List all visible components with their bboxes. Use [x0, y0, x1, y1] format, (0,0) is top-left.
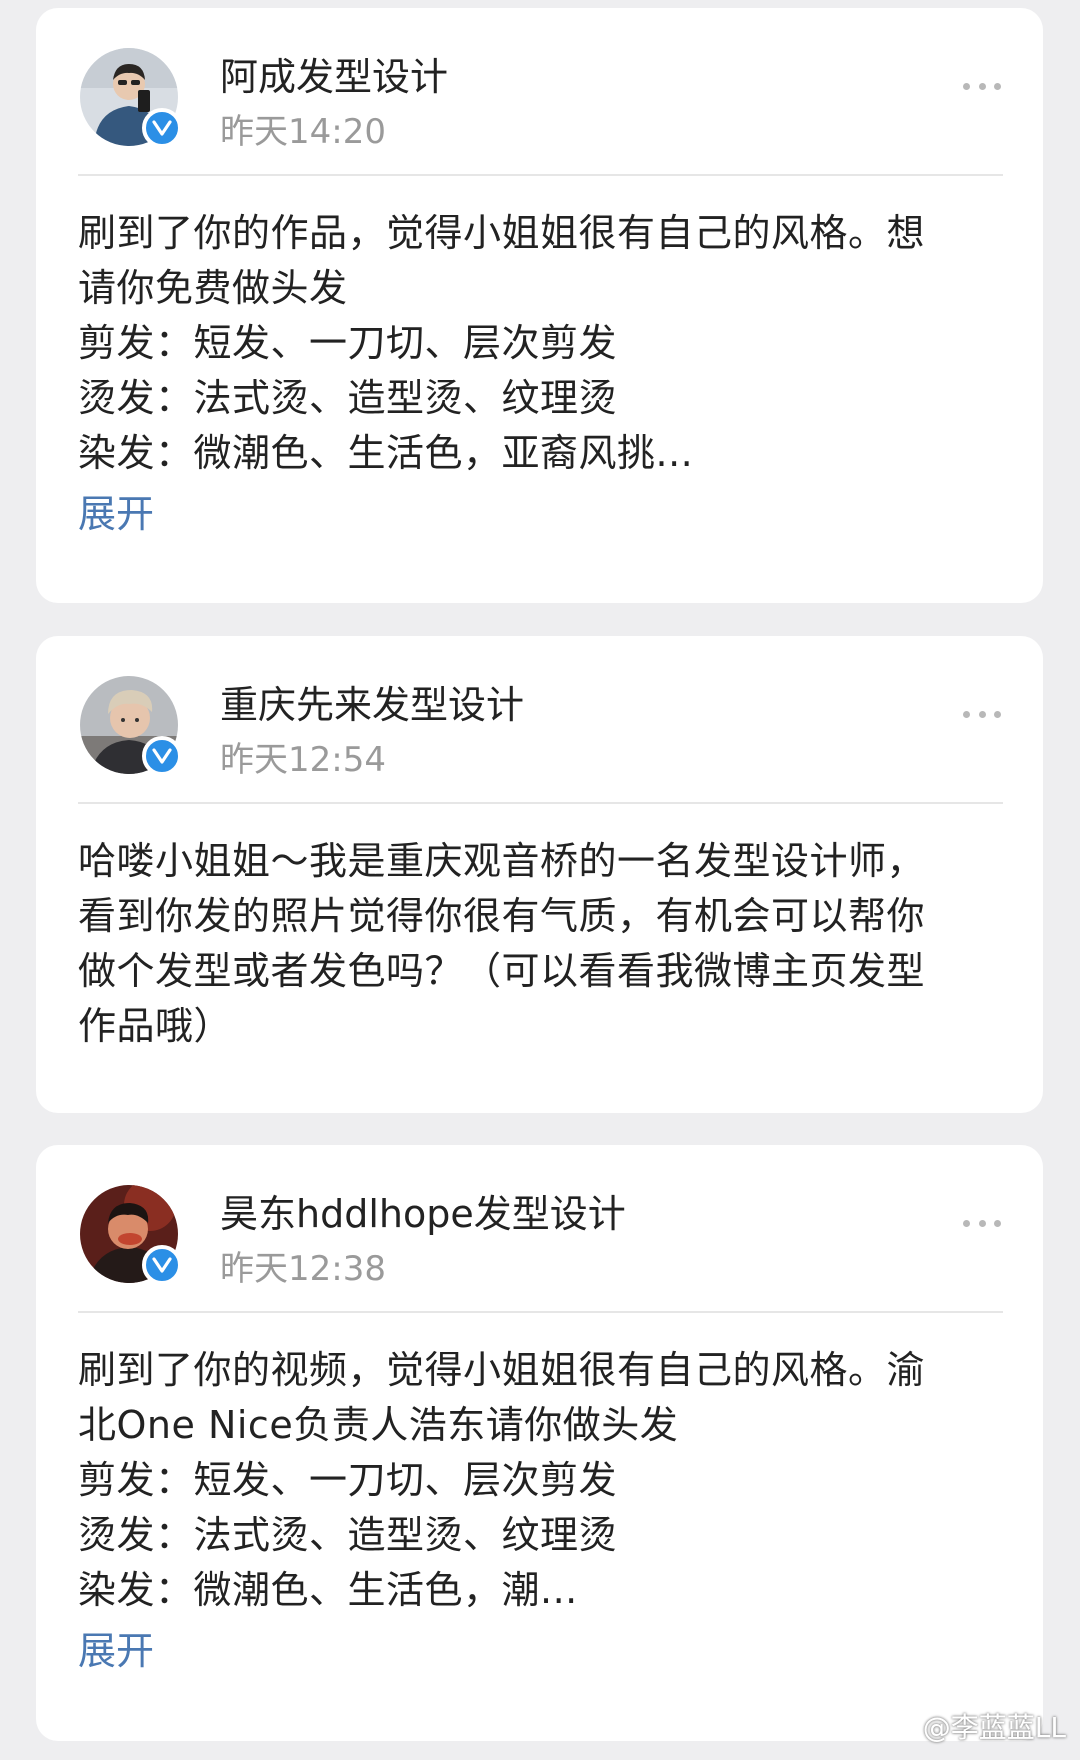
message-line: 染发：微潮色、生活色，潮... — [78, 1568, 578, 1612]
author-name[interactable]: 重庆先来发型设计 — [220, 674, 524, 729]
message-header: 昊东hddlhope发型设计 昨天12:38 — [36, 1145, 1043, 1311]
avatar[interactable] — [80, 48, 182, 148]
message-card: 阿成发型设计 昨天14:20 刷到了你的作品，觉得小姐姐很有自己的风格。想 请你… — [36, 8, 1043, 603]
message-line: 烫发：法式烫、造型烫、纹理烫 — [78, 1513, 618, 1557]
message-card: 昊东hddlhope发型设计 昨天12:38 刷到了你的视频，觉得小姐姐很有自己… — [36, 1145, 1043, 1741]
message-card: 重庆先来发型设计 昨天12:54 哈喽小姐姐～我是重庆观音桥的一名发型设计师， … — [36, 636, 1043, 1113]
message-line: 剪发：短发、一刀切、层次剪发 — [78, 321, 618, 365]
post-time: 昨天12:54 — [220, 740, 386, 780]
more-options-icon[interactable] — [963, 1217, 1001, 1229]
watermark: @李蓝蓝LL — [885, 1706, 1066, 1746]
message-body: 刷到了你的视频，觉得小姐姐很有自己的风格。渝 北One Nice负责人浩东请你做… — [36, 1313, 1043, 1679]
author-name[interactable]: 昊东hddlhope发型设计 — [220, 1183, 626, 1238]
watermark-text: @李蓝蓝LL — [922, 1711, 1066, 1744]
expand-link[interactable]: 展开 — [78, 1624, 154, 1679]
message-header: 重庆先来发型设计 昨天12:54 — [36, 636, 1043, 802]
message-line: 染发：微潮色、生活色，亚裔风挑... — [78, 431, 694, 475]
message-line: 刷到了你的视频，觉得小姐姐很有自己的风格。渝 — [78, 1348, 926, 1392]
message-line: 刷到了你的作品，觉得小姐姐很有自己的风格。想 — [78, 211, 926, 255]
message-line: 烫发：法式烫、造型烫、纹理烫 — [78, 376, 618, 420]
more-options-icon[interactable] — [963, 708, 1001, 720]
message-line: 作品哦） — [78, 1004, 233, 1048]
message-line: 哈喽小姐姐～我是重庆观音桥的一名发型设计师， — [78, 839, 926, 883]
verified-badge-icon — [142, 1245, 182, 1285]
message-body: 哈喽小姐姐～我是重庆观音桥的一名发型设计师， 看到你发的照片觉得你很有气质，有机… — [36, 804, 1043, 1054]
message-line: 北One Nice负责人浩东请你做头发 — [78, 1403, 679, 1447]
message-line: 看到你发的照片觉得你很有气质，有机会可以帮你 — [78, 894, 926, 938]
avatar[interactable] — [80, 676, 182, 776]
post-time: 昨天14:20 — [220, 112, 386, 152]
author-name[interactable]: 阿成发型设计 — [220, 46, 448, 101]
message-line: 剪发：短发、一刀切、层次剪发 — [78, 1458, 618, 1502]
weibo-logo-icon — [885, 1709, 919, 1744]
verified-badge-icon — [142, 108, 182, 148]
avatar[interactable] — [80, 1185, 182, 1285]
message-body: 刷到了你的作品，觉得小姐姐很有自己的风格。想 请你免费做头发 剪发：短发、一刀切… — [36, 176, 1043, 542]
post-time: 昨天12:38 — [220, 1249, 386, 1289]
verified-badge-icon — [142, 736, 182, 776]
message-feed: 阿成发型设计 昨天14:20 刷到了你的作品，觉得小姐姐很有自己的风格。想 请你… — [0, 0, 1080, 1760]
message-header: 阿成发型设计 昨天14:20 — [36, 8, 1043, 174]
message-line: 做个发型或者发色吗？（可以看看我微博主页发型 — [78, 949, 926, 993]
more-options-icon[interactable] — [963, 80, 1001, 92]
expand-link[interactable]: 展开 — [78, 487, 154, 542]
message-line: 请你免费做头发 — [78, 266, 348, 310]
